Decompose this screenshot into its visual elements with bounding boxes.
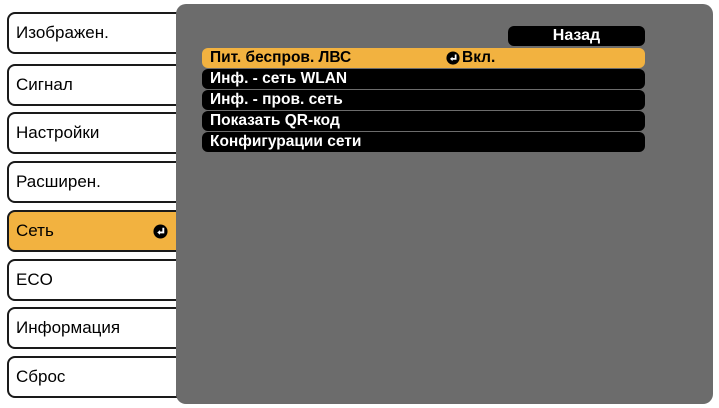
menu-item-label: Показать QR-код [210,112,340,129]
enter-icon [153,223,168,239]
sidebar: Изображен. Сигнал Настройки Расширен. Се… [0,0,200,408]
menu-item-wireless-power[interactable]: Пит. беспров. ЛВС Вкл. [202,48,645,68]
sidebar-item-label: Сигнал [16,75,73,94]
sidebar-item-eco[interactable]: ECO [7,259,190,301]
sidebar-item-settings[interactable]: Настройки [7,112,190,154]
sidebar-item-signal[interactable]: Сигнал [7,64,190,106]
network-menu: Пит. беспров. ЛВС Вкл. Инф. - сеть WLAN … [202,48,645,153]
sidebar-item-label: ECO [16,270,53,289]
sidebar-item-label: Изображен. [16,23,109,42]
sidebar-item-label: Сеть [16,221,54,240]
menu-item-label: Конфигурации сети [210,133,362,150]
back-button[interactable]: Назад [508,26,645,46]
sidebar-item-info[interactable]: Информация [7,307,190,349]
sidebar-item-network[interactable]: Сеть [7,210,190,252]
menu-item-label: Инф. - сеть WLAN [210,70,348,87]
menu-item-wired-info[interactable]: Инф. - пров. сеть [202,90,645,110]
menu-item-wlan-info[interactable]: Инф. - сеть WLAN [202,69,645,89]
sidebar-item-label: Сброс [16,367,66,386]
menu-item-label: Инф. - пров. сеть [210,91,343,108]
sidebar-item-label: Расширен. [16,172,101,191]
menu-item-value: Вкл. [446,49,495,67]
menu-item-qr-code[interactable]: Показать QR-код [202,111,645,131]
enter-icon [446,51,460,65]
menu-item-label: Пит. беспров. ЛВС [210,49,352,66]
sidebar-item-image[interactable]: Изображен. [7,12,190,54]
sidebar-item-label: Информация [16,318,121,337]
sidebar-item-label: Настройки [16,123,100,142]
sidebar-item-extended[interactable]: Расширен. [7,161,190,203]
back-button-label: Назад [552,27,601,44]
sidebar-item-reset[interactable]: Сброс [7,356,190,398]
menu-item-network-config[interactable]: Конфигурации сети [202,132,645,152]
menu-item-value-text: Вкл. [462,49,496,66]
